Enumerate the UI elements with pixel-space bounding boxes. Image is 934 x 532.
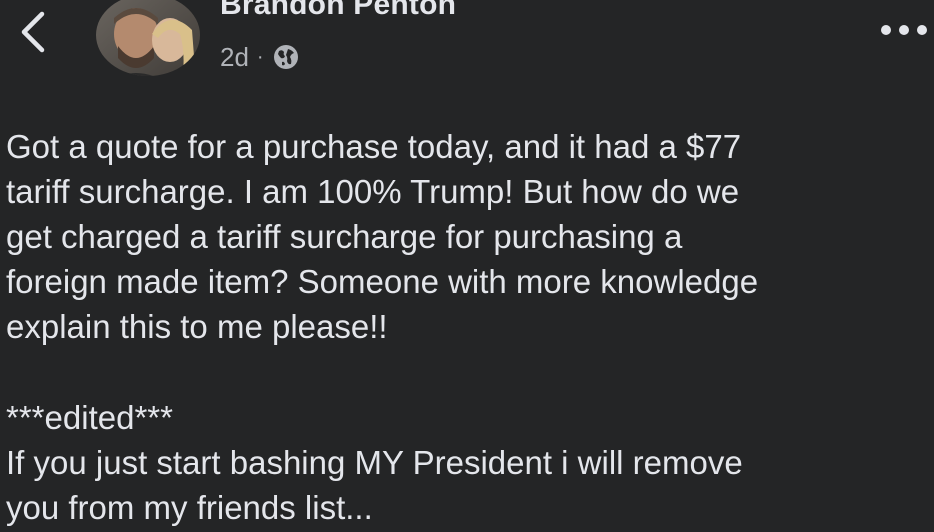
author-name[interactable]: Brandon Penton	[220, 0, 456, 22]
edit-text: If you just start bashing MY President i…	[6, 444, 743, 526]
more-options-button[interactable]	[878, 18, 930, 42]
post-text: Got a quote for a purchase today, and it…	[6, 128, 759, 345]
post-body: Got a quote for a purchase today, and it…	[6, 124, 926, 530]
globe-icon[interactable]	[272, 43, 300, 71]
avatar[interactable]	[96, 0, 200, 76]
edit-heading: ***edited***	[6, 399, 173, 436]
back-chevron-icon	[21, 11, 45, 53]
post-meta: 2d ·	[220, 40, 300, 74]
more-options-icon	[881, 25, 927, 35]
avatar-photo	[96, 0, 200, 76]
post-screen: Brandon Penton 2d · Got a quote for a pu…	[0, 0, 934, 532]
post-timestamp[interactable]: 2d	[220, 42, 249, 73]
meta-separator: ·	[256, 45, 264, 68]
back-button[interactable]	[14, 8, 54, 56]
